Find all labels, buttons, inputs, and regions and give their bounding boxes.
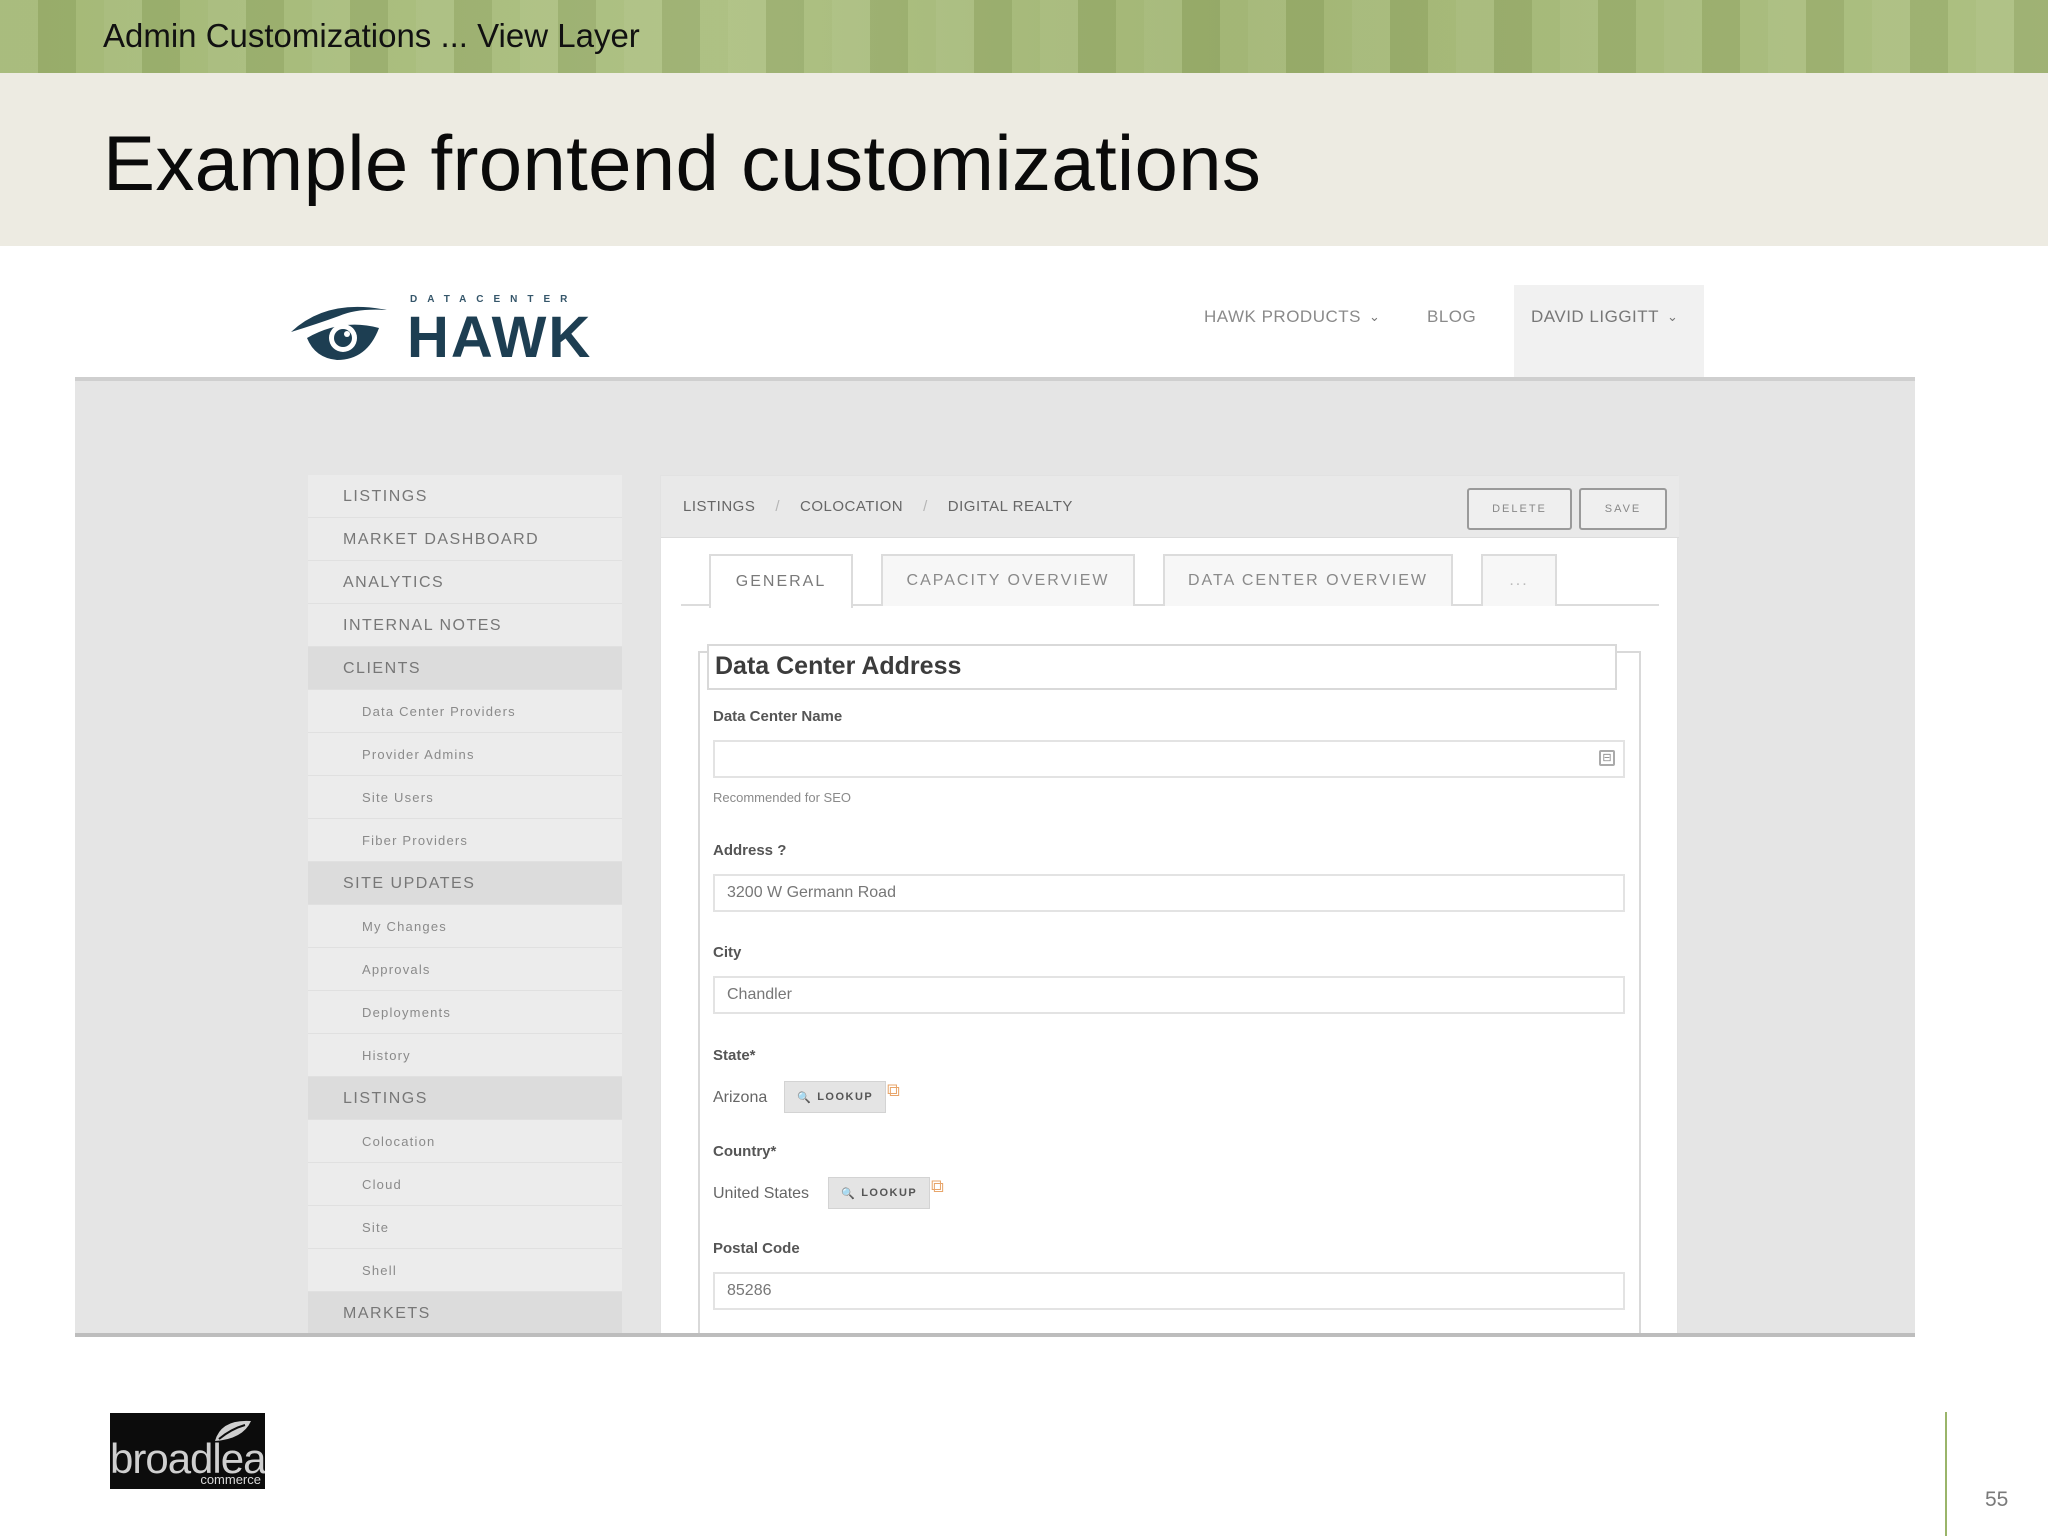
state-lookup-button[interactable]: 🔍 LOOKUP: [784, 1081, 887, 1113]
broadleaf-logo: broadleaf commerce: [110, 1413, 265, 1489]
external-link-icon[interactable]: ⧉: [931, 1176, 944, 1197]
breadcrumb-item-listings[interactable]: LISTINGS: [683, 498, 755, 515]
sidebar-item-approvals[interactable]: Approvals: [308, 948, 622, 991]
tab-capacity-overview[interactable]: CAPACITY OVERVIEW: [881, 554, 1135, 606]
save-button[interactable]: SAVE: [1579, 488, 1667, 530]
sidebar-item-provider-admins[interactable]: Provider Admins: [308, 733, 622, 776]
city-input[interactable]: Chandler: [713, 976, 1625, 1014]
screenshot-bottom-divider: [75, 1333, 1915, 1337]
sidebar-item-data-center-providers[interactable]: Data Center Providers: [308, 690, 622, 733]
state-value: Arizona: [713, 1089, 768, 1106]
nav-user-label: DAVID LIGGITT: [1531, 307, 1660, 326]
search-icon: 🔍: [841, 1187, 857, 1200]
sidebar-item-listings[interactable]: LISTINGS: [308, 1077, 622, 1120]
app-screenshot: DATACENTER HAWK HAWK PRODUCTS ⌄ BLOG DAV…: [75, 285, 1915, 1337]
sidebar-item-history[interactable]: History: [308, 1034, 622, 1077]
field-options-icon[interactable]: ⊟: [1599, 750, 1615, 766]
logo-wordmark: HAWK: [407, 305, 593, 370]
page-number: 55: [1985, 1488, 2009, 1511]
sidebar-item-markets[interactable]: MARKETS: [308, 1292, 622, 1335]
sidebar-item-analytics[interactable]: ANALYTICS: [308, 561, 622, 604]
hawk-logo[interactable]: DATACENTER HAWK: [287, 290, 627, 370]
chevron-down-icon: ⌄: [1369, 309, 1381, 324]
sidebar-item-deployments[interactable]: Deployments: [308, 991, 622, 1034]
nav-blog[interactable]: BLOG: [1427, 307, 1476, 327]
slide-title: Example frontend customizations: [103, 119, 1262, 207]
search-icon: 🔍: [797, 1091, 813, 1104]
data-center-name-label: Data Center Name: [713, 708, 843, 725]
nav-blog-label: BLOG: [1427, 307, 1477, 326]
sidebar-item-site-users[interactable]: Site Users: [308, 776, 622, 819]
panel-header: LISTINGS / COLOCATION / DIGITAL REALTY D…: [661, 476, 1679, 538]
delete-button[interactable]: DELETE: [1467, 488, 1572, 530]
external-link-icon[interactable]: ⧉: [887, 1080, 900, 1101]
entity-panel: LISTINGS / COLOCATION / DIGITAL REALTY D…: [660, 475, 1679, 1337]
admin-sidebar: LISTINGS MARKET DASHBOARD ANALYTICS INTERNA…: [308, 475, 622, 1335]
footer-logo-sub: commerce: [200, 1472, 261, 1487]
sidebar-item-clients[interactable]: CLIENTS: [308, 647, 622, 690]
country-lookup-button[interactable]: 🔍 LOOKUP: [828, 1177, 931, 1209]
sidebar-item-colocation[interactable]: Colocation: [308, 1120, 622, 1163]
breadcrumb: LISTINGS / COLOCATION / DIGITAL REALTY: [683, 498, 1073, 515]
country-lookup-label: LOOKUP: [861, 1187, 918, 1199]
breadcrumb-item-digital-realty: DIGITAL REALTY: [947, 498, 1073, 515]
section-title: Admin Customizations ... View Layer: [103, 17, 640, 54]
site-header: DATACENTER HAWK HAWK PRODUCTS ⌄ BLOG DAV…: [75, 285, 1915, 380]
nav-hawk-products[interactable]: HAWK PRODUCTS ⌄: [1204, 307, 1380, 327]
postal-code-label: Postal Code: [713, 1240, 800, 1257]
address-label: Address ?: [713, 842, 787, 859]
tab-bar: GENERAL CAPACITY OVERVIEW DATA CENTER OV…: [681, 554, 1659, 608]
breadcrumb-item-colocation[interactable]: COLOCATION: [800, 498, 903, 515]
sidebar-item-shell[interactable]: Shell: [308, 1249, 622, 1292]
sidebar-item-cloud[interactable]: Cloud: [308, 1163, 622, 1206]
sidebar-item-listings[interactable]: LISTINGS: [308, 475, 622, 518]
tab-more[interactable]: ...: [1481, 554, 1557, 606]
country-label: Country*: [713, 1143, 777, 1160]
sidebar-item-fiber-providers[interactable]: Fiber Providers: [308, 819, 622, 862]
data-center-name-help: Recommended for SEO: [713, 790, 852, 805]
city-label: City: [713, 944, 742, 961]
breadcrumb-separator: /: [775, 498, 781, 515]
breadcrumb-separator: /: [923, 498, 928, 515]
sidebar-item-site-updates[interactable]: SITE UPDATES: [308, 862, 622, 905]
tab-data-center-overview[interactable]: DATA CENTER OVERVIEW: [1163, 554, 1453, 606]
country-value: United States: [713, 1185, 810, 1202]
eye-icon: [291, 306, 387, 360]
state-label: State*: [713, 1047, 756, 1064]
nav-user-menu[interactable]: DAVID LIGGITT ⌄: [1531, 307, 1678, 327]
sidebar-item-internal-notes[interactable]: INTERNAL NOTES: [308, 604, 622, 647]
tab-general[interactable]: GENERAL: [709, 554, 853, 608]
user-menu-box: [1514, 285, 1704, 377]
sidebar-item-site[interactable]: Site: [308, 1206, 622, 1249]
fieldset-legend: Data Center Address: [707, 644, 1617, 690]
state-lookup-label: LOOKUP: [817, 1091, 874, 1103]
sidebar-item-market-dashboard[interactable]: MARKET DASHBOARD: [308, 518, 622, 561]
address-input[interactable]: 3200 W Germann Road: [713, 874, 1625, 912]
page-number-divider: [1945, 1412, 1947, 1536]
data-center-name-input[interactable]: ⊟: [713, 740, 1625, 778]
postal-code-input[interactable]: 85286: [713, 1272, 1625, 1310]
chevron-down-icon: ⌄: [1667, 309, 1679, 324]
nav-hawk-products-label: HAWK PRODUCTS: [1204, 307, 1361, 326]
sidebar-item-my-changes[interactable]: My Changes: [308, 905, 622, 948]
